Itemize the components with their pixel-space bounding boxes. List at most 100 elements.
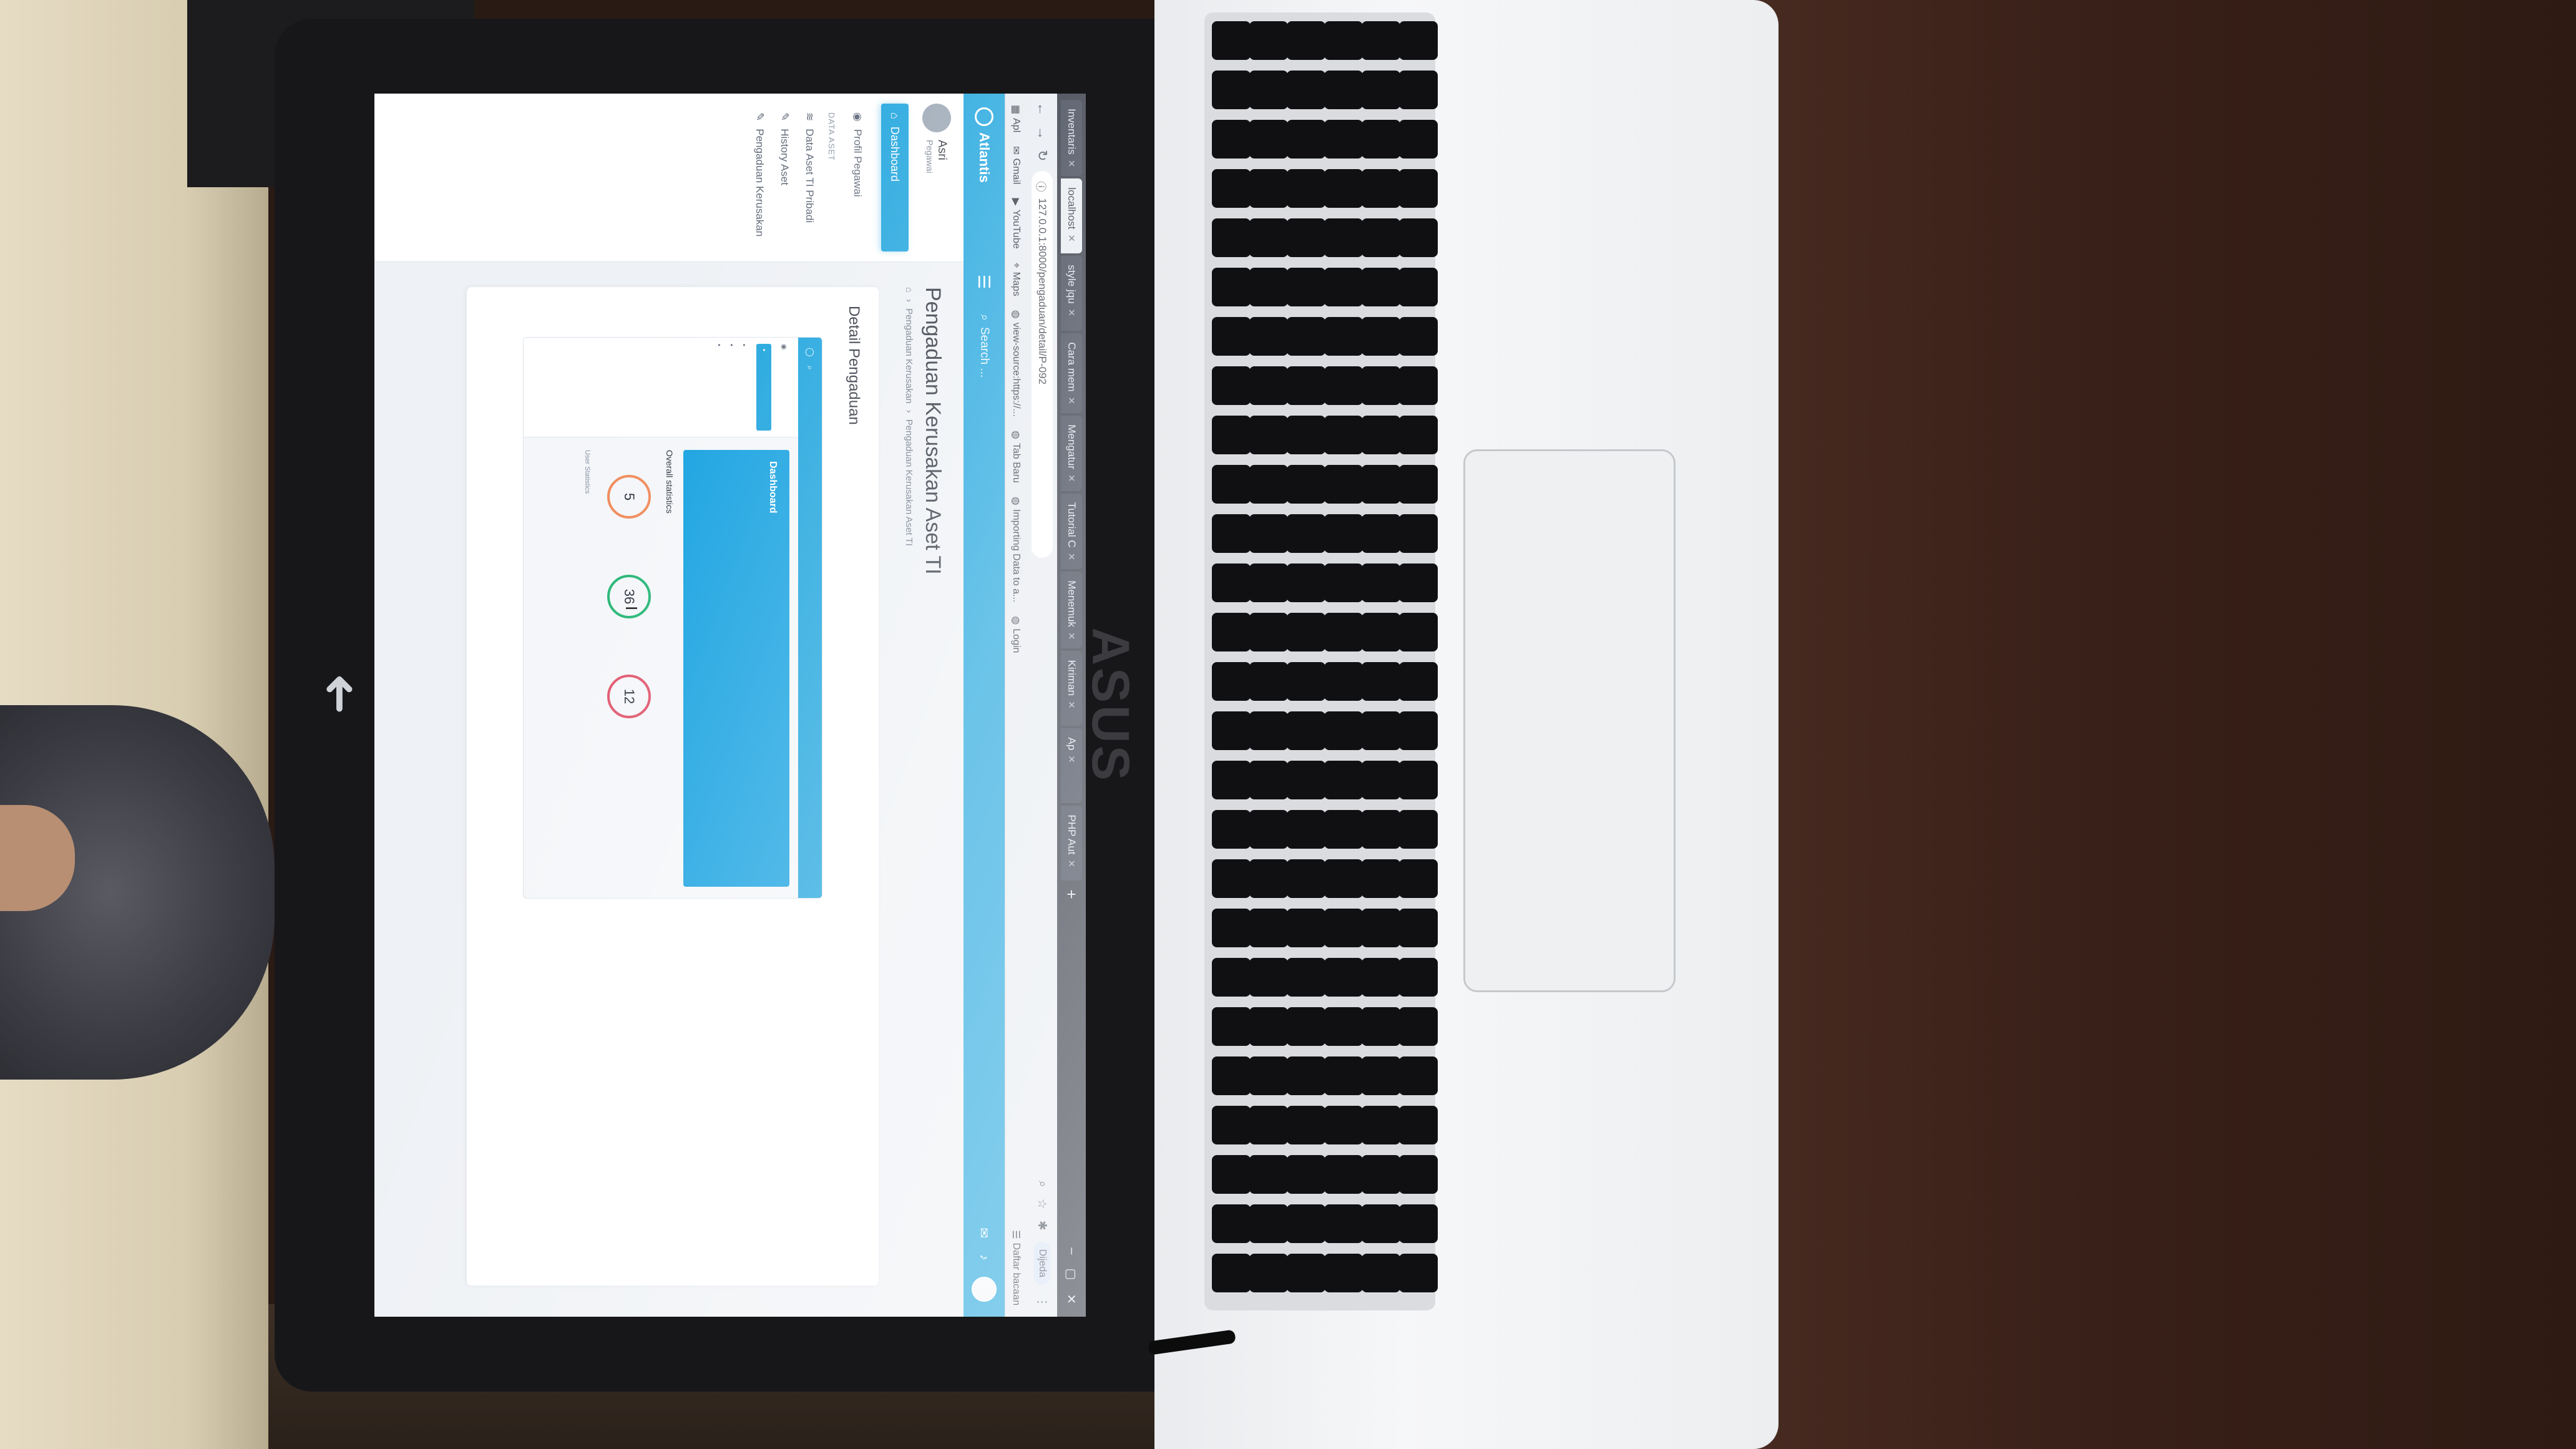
address-bar[interactable]: ⓘ 127.0.0.1:8000/pengaduan/detail/P-092 [1032, 171, 1053, 559]
keyboard-key[interactable] [1249, 1204, 1288, 1243]
keyboard-key[interactable] [1287, 366, 1325, 405]
keyboard-key[interactable] [1399, 416, 1438, 454]
keyboard-key[interactable] [1287, 761, 1325, 799]
keyboard-key[interactable] [1399, 613, 1438, 651]
bookmark-apps[interactable]: ▦ Apl [1010, 105, 1023, 132]
browser-tab[interactable]: style jqu ✕ [1061, 256, 1082, 331]
keyboard-key[interactable] [1399, 564, 1438, 602]
keyboard-key[interactable] [1249, 218, 1288, 257]
bookmark-youtube[interactable]: ▶ YouTube [1010, 198, 1023, 248]
laptop-keyboard[interactable] [1204, 12, 1438, 1310]
keyboard-key[interactable] [1362, 218, 1400, 257]
bell-icon[interactable]: ♪ [977, 1254, 992, 1261]
keyboard-key[interactable] [1324, 169, 1363, 208]
keyboard-key[interactable] [1399, 958, 1438, 997]
hamburger-menu-icon[interactable]: ☰ [975, 275, 994, 289]
keyboard-key[interactable] [1287, 613, 1325, 651]
keyboard-key[interactable] [1399, 169, 1438, 208]
keyboard-key[interactable] [1324, 1106, 1363, 1144]
keyboard-key[interactable] [1324, 120, 1363, 159]
keyboard-key[interactable] [1249, 317, 1288, 356]
bookmark-view-source[interactable]: ◍ view-source:https://... [1010, 310, 1023, 417]
keyboard-key[interactable] [1324, 1204, 1363, 1243]
keyboard-key[interactable] [1249, 169, 1288, 208]
keyboard-key[interactable] [1324, 1007, 1363, 1046]
keyboard-key[interactable] [1324, 218, 1363, 257]
keyboard-key[interactable] [1399, 1204, 1438, 1243]
keyboard-key[interactable] [1249, 711, 1288, 750]
keyboard-key[interactable] [1362, 564, 1400, 602]
extensions-icon[interactable]: ✱ [1035, 1221, 1050, 1231]
keyboard-key[interactable] [1249, 1007, 1288, 1046]
keyboard-key[interactable] [1399, 909, 1438, 947]
keyboard-key[interactable] [1362, 662, 1400, 701]
keyboard-key[interactable] [1287, 958, 1325, 997]
browser-tab[interactable]: Ap ✕ [1061, 728, 1082, 804]
new-tab-icon[interactable]: + [1062, 883, 1081, 905]
browser-tab[interactable]: Mengatur ✕ [1061, 416, 1082, 491]
keyboard-key[interactable] [1212, 1155, 1251, 1194]
keyboard-key[interactable] [1287, 317, 1325, 356]
browser-tab[interactable]: Inventaris ✕ [1061, 100, 1082, 177]
keyboard-key[interactable] [1362, 1106, 1400, 1144]
keyboard-key[interactable] [1324, 1056, 1363, 1095]
keyboard-key[interactable] [1249, 909, 1288, 947]
keyboard-key[interactable] [1362, 317, 1400, 356]
keyboard-key[interactable] [1212, 71, 1251, 109]
keyboard-key[interactable] [1399, 1007, 1438, 1046]
keyboard-key[interactable] [1287, 514, 1325, 553]
keyboard-key[interactable] [1362, 169, 1400, 208]
keyboard-key[interactable] [1287, 71, 1325, 109]
keyboard-key[interactable] [1249, 1056, 1288, 1095]
keyboard-key[interactable] [1212, 465, 1251, 504]
keyboard-key[interactable] [1324, 564, 1363, 602]
keyboard-key[interactable] [1399, 1056, 1438, 1095]
keyboard-key[interactable] [1324, 909, 1363, 947]
keyboard-key[interactable] [1362, 120, 1400, 159]
keyboard-key[interactable] [1399, 761, 1438, 799]
keyboard-key[interactable] [1287, 1007, 1325, 1046]
keyboard-key[interactable] [1287, 1106, 1325, 1144]
keyboard-key[interactable] [1362, 810, 1400, 849]
browser-tab[interactable]: Cara mem ✕ [1061, 333, 1082, 414]
keyboard-key[interactable] [1212, 514, 1251, 553]
app-brand[interactable]: Atlantis [964, 94, 1005, 262]
keyboard-key[interactable] [1287, 120, 1325, 159]
keyboard-key[interactable] [1362, 514, 1400, 553]
keyboard-key[interactable] [1324, 71, 1363, 109]
maximize-icon[interactable]: ▢ [1064, 1268, 1080, 1280]
keyboard-key[interactable] [1324, 465, 1363, 504]
keyboard-key[interactable] [1399, 810, 1438, 849]
reload-icon[interactable]: ↻ [1034, 150, 1050, 161]
browser-tab[interactable]: PHP Aut ✕ [1061, 806, 1082, 881]
keyboard-key[interactable] [1362, 1204, 1400, 1243]
keyboard-key[interactable] [1399, 514, 1438, 553]
bookmark-new-tab[interactable]: ◍ Tab Baru [1010, 431, 1023, 483]
keyboard-key[interactable] [1287, 662, 1325, 701]
close-icon[interactable]: ✕ [1066, 859, 1077, 867]
keyboard-key[interactable] [1287, 169, 1325, 208]
star-icon[interactable]: ☆ [1035, 1199, 1050, 1209]
keyboard-key[interactable] [1324, 268, 1363, 306]
keyboard-key[interactable] [1287, 810, 1325, 849]
keyboard-key[interactable] [1212, 859, 1251, 898]
keyboard-key[interactable] [1249, 268, 1288, 306]
keyboard-key[interactable] [1212, 662, 1251, 701]
keyboard-key[interactable] [1249, 662, 1288, 701]
keyboard-key[interactable] [1249, 416, 1288, 454]
keyboard-key[interactable] [1362, 268, 1400, 306]
keyboard-key[interactable] [1362, 859, 1400, 898]
minimize-icon[interactable]: – [1064, 1247, 1080, 1254]
keyboard-key[interactable] [1287, 465, 1325, 504]
keyboard-key[interactable] [1324, 1155, 1363, 1194]
close-icon[interactable]: ✕ [1066, 309, 1077, 317]
keyboard-key[interactable] [1362, 21, 1400, 60]
profile-button[interactable]: Dijeda [1034, 1241, 1050, 1285]
keyboard-key[interactable] [1212, 564, 1251, 602]
keyboard-key[interactable] [1249, 1106, 1288, 1144]
bookmark-maps[interactable]: ⌖ Maps [1011, 263, 1022, 296]
zoom-icon[interactable]: ⌕ [1035, 1181, 1049, 1188]
back-icon[interactable]: ← [1034, 102, 1050, 116]
keyboard-key[interactable] [1324, 859, 1363, 898]
keyboard-key[interactable] [1212, 613, 1251, 651]
